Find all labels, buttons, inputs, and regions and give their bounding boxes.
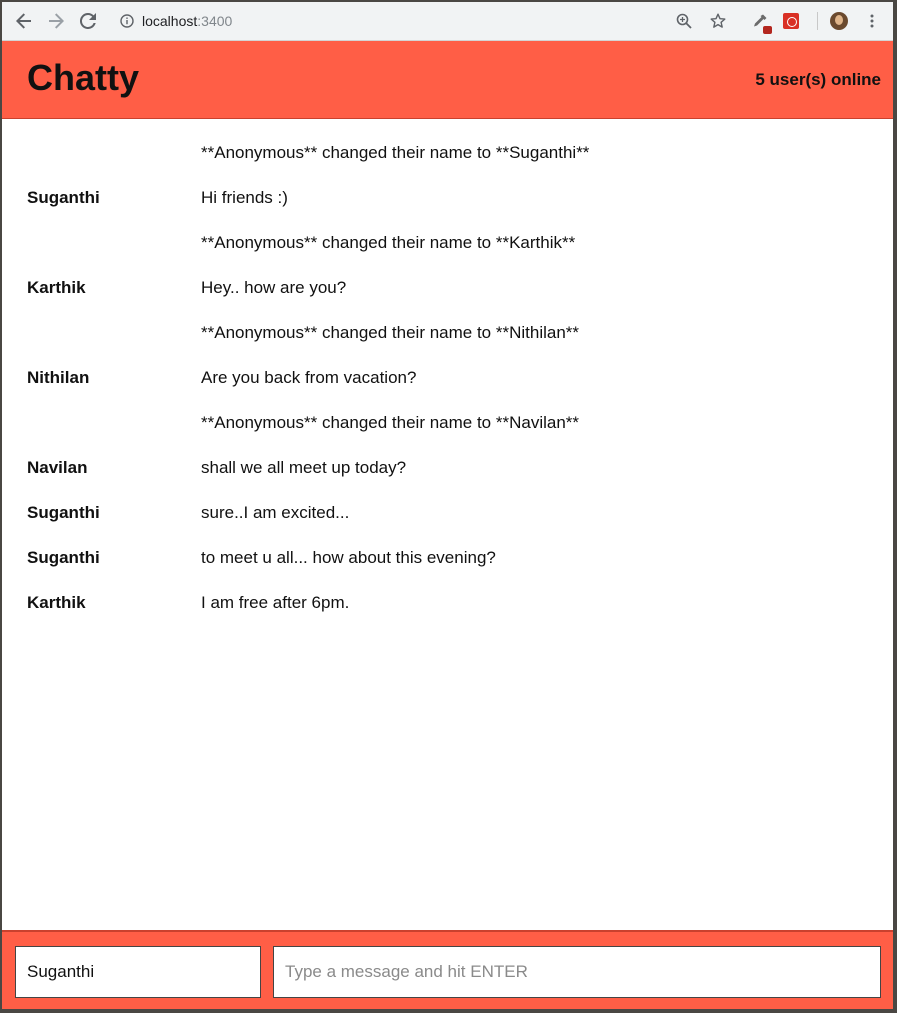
profile-avatar[interactable]	[830, 12, 848, 30]
message-username: Suganthi	[27, 547, 100, 567]
message-content: **Anonymous** changed their name to **Ni…	[201, 322, 580, 342]
browser-window: localhost:3400 Chatty 5 user(s) online *…	[2, 2, 893, 1009]
forward-icon[interactable]	[44, 9, 68, 33]
chat-message: Nithilan Are you back from vacation?	[2, 355, 893, 400]
url-port: :3400	[197, 13, 233, 29]
app-title: Chatty	[27, 57, 140, 98]
system-message: **Anonymous** changed their name to **Su…	[2, 130, 893, 175]
red-extension-icon[interactable]	[783, 13, 799, 29]
chat-message: Suganthi Hi friends :)	[2, 175, 893, 220]
browser-toolbar: localhost:3400	[2, 2, 893, 41]
chat-message: Karthik I am free after 6pm.	[2, 580, 893, 625]
url-host: localhost	[142, 13, 198, 29]
message-username: Suganthi	[27, 187, 100, 207]
menu-icon[interactable]	[860, 9, 884, 33]
message-content: **Anonymous** changed their name to **Ka…	[201, 232, 576, 252]
chat-message: Karthik Hey.. how are you?	[2, 265, 893, 310]
system-message: **Anonymous** changed their name to **Ni…	[2, 310, 893, 355]
back-icon[interactable]	[12, 9, 36, 33]
message-content: to meet u all... how about this evening?	[201, 547, 496, 567]
app-header: Chatty 5 user(s) online	[2, 41, 893, 119]
info-icon[interactable]	[120, 14, 134, 28]
message-content: Are you back from vacation?	[201, 367, 417, 387]
message-content: **Anonymous** changed their name to **Su…	[201, 142, 590, 162]
message-content: Hi friends :)	[201, 187, 288, 207]
star-icon[interactable]	[706, 9, 730, 33]
message-content: sure..I am excited...	[201, 502, 350, 522]
message-username: Karthik	[27, 277, 86, 297]
zoom-icon[interactable]	[672, 9, 696, 33]
system-message: **Anonymous** changed their name to **Ka…	[2, 220, 893, 265]
username-input[interactable]	[15, 946, 261, 998]
extension-badge	[763, 26, 772, 34]
message-username: Nithilan	[27, 367, 90, 387]
toolbar-divider	[817, 12, 818, 30]
message-content: **Anonymous** changed their name to **Na…	[201, 412, 580, 432]
message-list: **Anonymous** changed their name to **Su…	[2, 130, 893, 625]
message-username: Karthik	[27, 592, 86, 612]
reload-icon[interactable]	[76, 9, 100, 33]
online-count: 5 user(s) online	[755, 70, 881, 89]
message-input[interactable]	[273, 946, 881, 998]
chat-message: Navilan shall we all meet up today?	[2, 445, 893, 490]
chat-composer	[2, 930, 893, 1009]
system-message: **Anonymous** changed their name to **Na…	[2, 400, 893, 445]
chat-message: Suganthi to meet u all... how about this…	[2, 535, 893, 580]
message-content: I am free after 6pm.	[201, 592, 350, 612]
message-username: Navilan	[27, 457, 88, 477]
message-content: Hey.. how are you?	[201, 277, 347, 297]
chat-message: Suganthi sure..I am excited...	[2, 490, 893, 535]
message-username: Suganthi	[27, 502, 100, 522]
message-content: shall we all meet up today?	[201, 457, 407, 477]
